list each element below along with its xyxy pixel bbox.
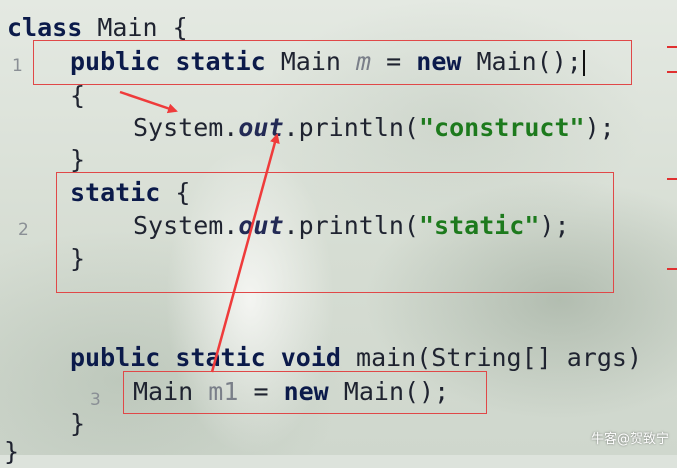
annotation-arrows (119, 90, 280, 373)
arrow-from-main-to-block (210, 133, 280, 373)
watermark: 牛客@贺致宁 (590, 432, 669, 447)
arrow-to-block (119, 90, 178, 114)
